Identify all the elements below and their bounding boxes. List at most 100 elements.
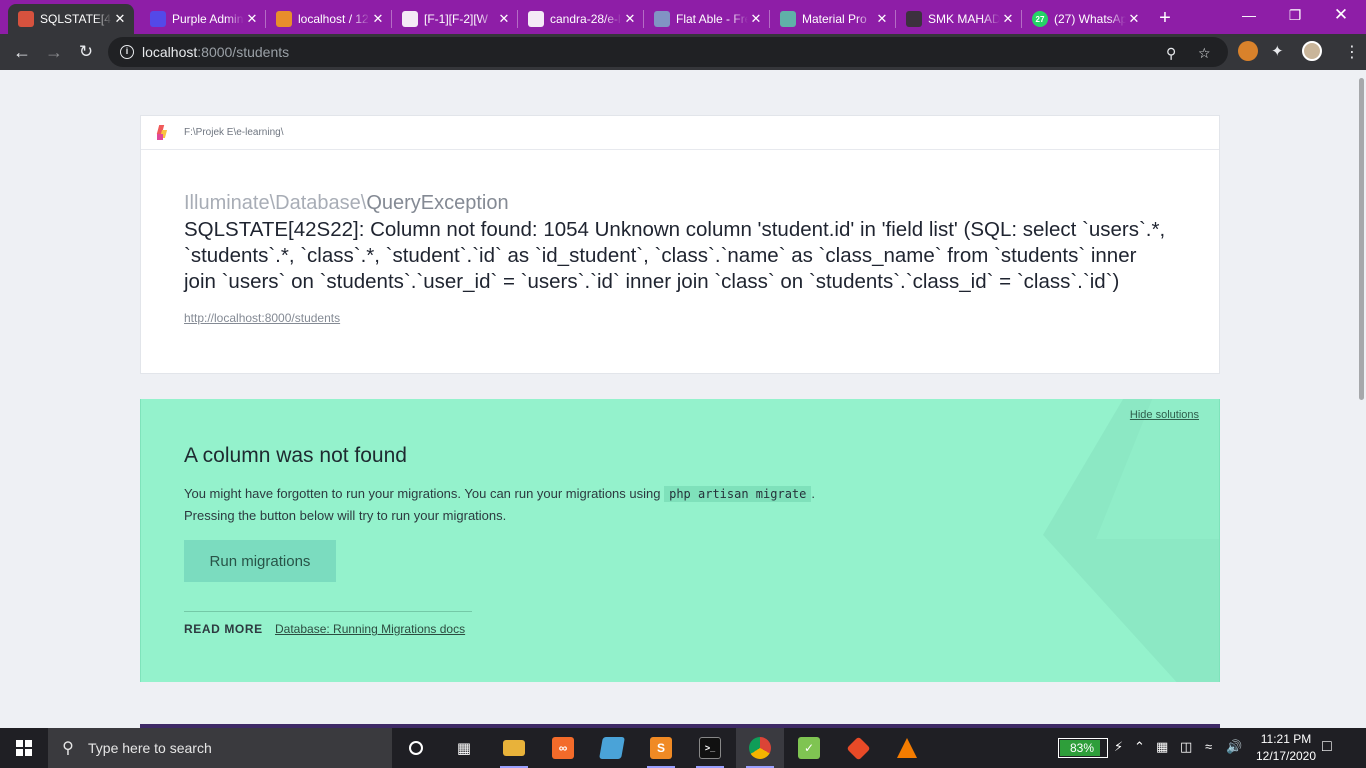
migrate-command: php artisan migrate: [664, 486, 812, 502]
divider: [184, 611, 472, 612]
tab-close-icon[interactable]: ✕: [874, 11, 890, 27]
browser-tab[interactable]: candra-28/e-learning✕: [518, 4, 644, 34]
school-icon: [906, 11, 922, 27]
project-path: F:\Projek E\e-learning\: [184, 127, 284, 138]
site-info-icon[interactable]: i: [120, 45, 134, 59]
volume-icon[interactable]: 🔊: [1226, 739, 1242, 755]
extensions-puzzle-icon[interactable]: ✦: [1271, 42, 1284, 60]
xampp-icon[interactable]: ∞: [539, 728, 587, 768]
battery-indicator[interactable]: 83%: [1058, 738, 1108, 758]
zoom-icon[interactable]: ⚲: [1166, 45, 1176, 62]
address-host: localhost: [142, 44, 198, 60]
solution-desc-line2: Pressing the button below will try to ru…: [184, 508, 507, 523]
phpmyadmin-icon: [276, 11, 292, 27]
new-tab-button[interactable]: +: [1152, 6, 1178, 30]
tab-title: Material Pro: [802, 12, 867, 26]
taskbar-search-box[interactable]: ⚲ Type here to search: [48, 728, 392, 768]
system-clock[interactable]: 11:21 PM 12/17/2020: [1246, 731, 1326, 765]
terminal-icon[interactable]: >_: [686, 728, 734, 768]
sublime-text-icon[interactable]: S: [637, 728, 685, 768]
tab-close-icon[interactable]: ✕: [622, 11, 638, 27]
tab-close-icon[interactable]: ✕: [244, 11, 260, 27]
tab-title: localhost / 127.0.0.1: [298, 12, 370, 26]
browser-menu-icon[interactable]: ⋮: [1344, 42, 1360, 62]
address-path: :8000/students: [197, 44, 290, 60]
bookmark-star-icon[interactable]: ☆: [1198, 45, 1211, 62]
browser-tab[interactable]: localhost / 127.0.0.1✕: [266, 4, 392, 34]
cortana-icon[interactable]: [392, 728, 440, 768]
git-gui-icon[interactable]: [834, 728, 882, 768]
exception-class: Illuminate\Database\QueryException: [184, 192, 1176, 215]
notes-app-icon[interactable]: [588, 728, 636, 768]
tab-title: candra-28/e-learning: [550, 12, 622, 26]
exception-namespace: Illuminate\Database\: [184, 192, 367, 214]
tab-close-icon[interactable]: ✕: [1126, 11, 1142, 27]
card-header: F:\Projek E\e-learning\: [141, 116, 1219, 150]
battery-percent: 83%: [1070, 741, 1095, 755]
tab-close-icon[interactable]: ✕: [112, 11, 128, 27]
browser-tab[interactable]: Flat Able - Free✕: [644, 4, 770, 34]
cookie-extension-icon[interactable]: [1238, 41, 1258, 61]
scrollbar-thumb[interactable]: [1359, 78, 1364, 400]
solution-title: A column was not found: [184, 444, 407, 467]
windows-logo-icon: [16, 740, 32, 756]
maximize-button[interactable]: ❐: [1272, 0, 1318, 30]
close-window-button[interactable]: ✕: [1318, 0, 1364, 30]
chrome-taskbar-icon[interactable]: [736, 728, 784, 768]
task-view-icon[interactable]: ▦: [440, 728, 488, 768]
tab-title: SMK MAHADHIKA: [928, 12, 1000, 26]
profile-avatar[interactable]: [1302, 41, 1322, 61]
run-migrations-button[interactable]: Run migrations: [184, 540, 336, 582]
back-button[interactable]: ←: [8, 38, 36, 66]
battery-tray-icon[interactable]: ◫: [1180, 739, 1192, 755]
solution-description: You might have forgotten to run your mig…: [184, 483, 944, 526]
reload-button[interactable]: ↻: [72, 38, 100, 66]
search-icon: ⚲: [62, 740, 74, 757]
clock-date: 12/17/2020: [1255, 749, 1317, 763]
browser-tab[interactable]: SMK MAHADHIKA✕: [896, 4, 1022, 34]
notifications-icon[interactable]: □: [1322, 738, 1332, 756]
material-pro-icon: [780, 11, 796, 27]
tab-title: Flat Able - Free: [676, 12, 748, 26]
laravel-ignition-icon: [18, 11, 34, 27]
minimize-button[interactable]: —: [1226, 0, 1272, 30]
exception-class-name: QueryException: [366, 192, 509, 214]
browser-tab[interactable]: [F-1][F-2][W ✕: [392, 4, 518, 34]
github-icon: [528, 11, 544, 27]
tab-close-icon[interactable]: ✕: [748, 11, 764, 27]
tab-title: [F-1][F-2][W: [424, 12, 488, 26]
page-scrollbar[interactable]: [1356, 70, 1366, 728]
read-more-label: READ MORE: [184, 622, 263, 636]
vlc-icon[interactable]: [883, 728, 931, 768]
request-url-link[interactable]: http://localhost:8000/students: [184, 311, 340, 325]
migrations-docs-link[interactable]: Database: Running Migrations docs: [275, 622, 465, 636]
solution-panel: Hide solutions A column was not found Yo…: [140, 399, 1220, 682]
forward-button[interactable]: →: [40, 38, 68, 66]
file-explorer-icon[interactable]: [490, 728, 538, 768]
tab-close-icon[interactable]: ✕: [370, 11, 386, 27]
tab-title: Purple Admin: [172, 12, 244, 26]
exception-card: F:\Projek E\e-learning\ Illuminate\Datab…: [140, 115, 1220, 374]
notepad-plus-icon[interactable]: ✓: [785, 728, 833, 768]
browser-tab[interactable]: 27 (27) WhatsApp✕: [1022, 4, 1148, 34]
browser-tab[interactable]: Material Pro ✕: [770, 4, 896, 34]
tab-close-icon[interactable]: ✕: [496, 11, 512, 27]
browser-tab[interactable]: SQLSTATE[42S22]✕: [8, 4, 134, 34]
github-icon: [402, 11, 418, 27]
bootstrap-icon: [150, 11, 166, 27]
search-placeholder: Type here to search: [88, 740, 212, 756]
show-hidden-icons-chevron[interactable]: ⌃: [1134, 739, 1145, 755]
display-icon[interactable]: ▦: [1156, 739, 1168, 755]
solution-desc-end: .: [811, 486, 815, 501]
exception-message: SQLSTATE[42S22]: Column not found: 1054 …: [184, 218, 1166, 293]
windows-taskbar: ⚲ Type here to search ▦ ∞ S >_ ✓ 83% ⚡ ⌃…: [0, 728, 1366, 768]
browser-tab[interactable]: Purple Admin ✕: [140, 4, 266, 34]
ignition-logo-icon: [156, 124, 168, 141]
wifi-icon[interactable]: ≈: [1205, 739, 1212, 754]
hide-solutions-link[interactable]: Hide solutions: [1130, 409, 1199, 421]
tab-title: (27) WhatsApp: [1054, 12, 1126, 26]
browser-tab-strip: SQLSTATE[42S22]✕Purple Admin✕localhost /…: [0, 0, 1366, 34]
address-bar[interactable]: i localhost:8000/students ⚲ ☆: [108, 37, 1228, 67]
start-button[interactable]: [0, 728, 48, 768]
tab-close-icon[interactable]: ✕: [1000, 11, 1016, 27]
